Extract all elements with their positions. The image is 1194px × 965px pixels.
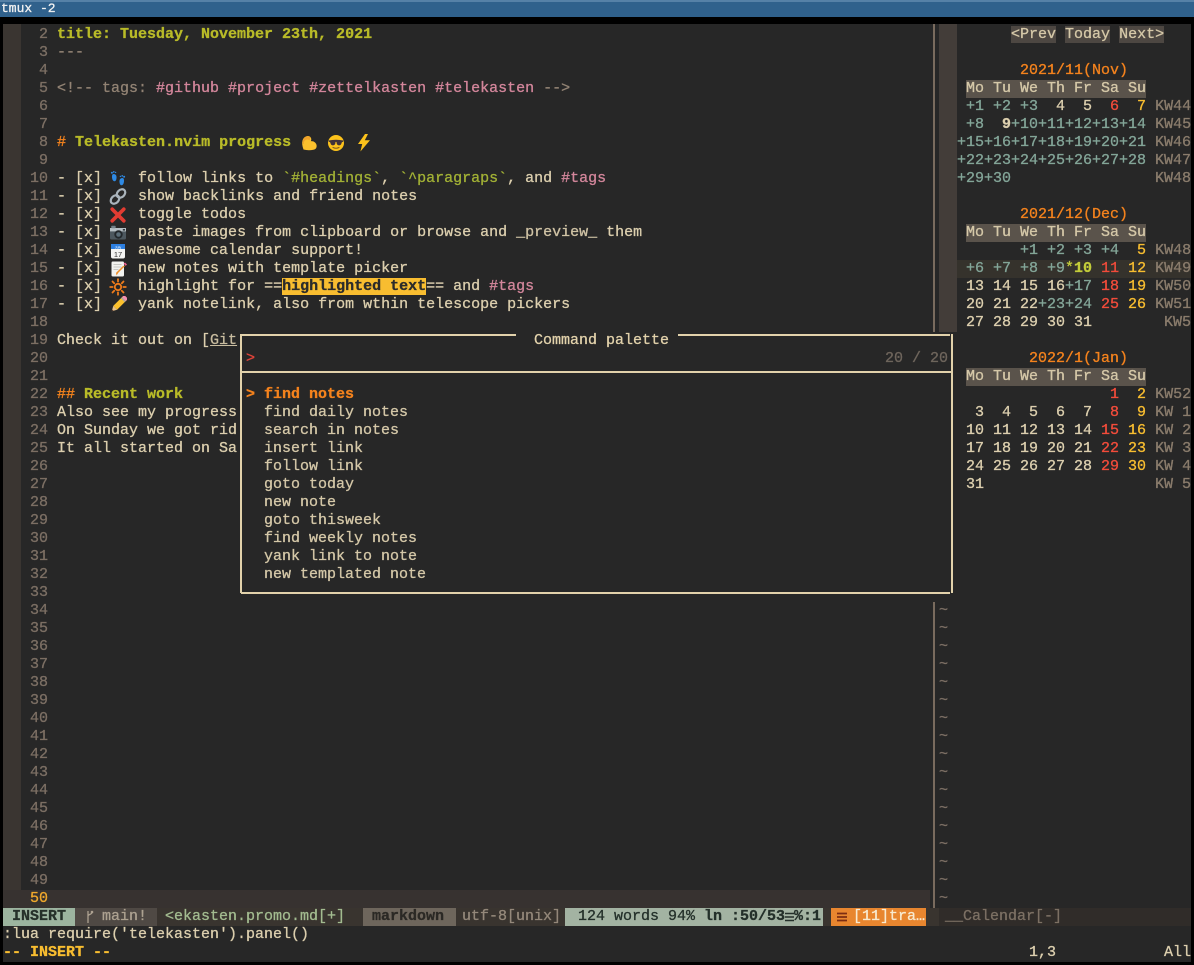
svg-text:July: July: [115, 245, 122, 249]
svg-text:17: 17: [114, 250, 122, 259]
